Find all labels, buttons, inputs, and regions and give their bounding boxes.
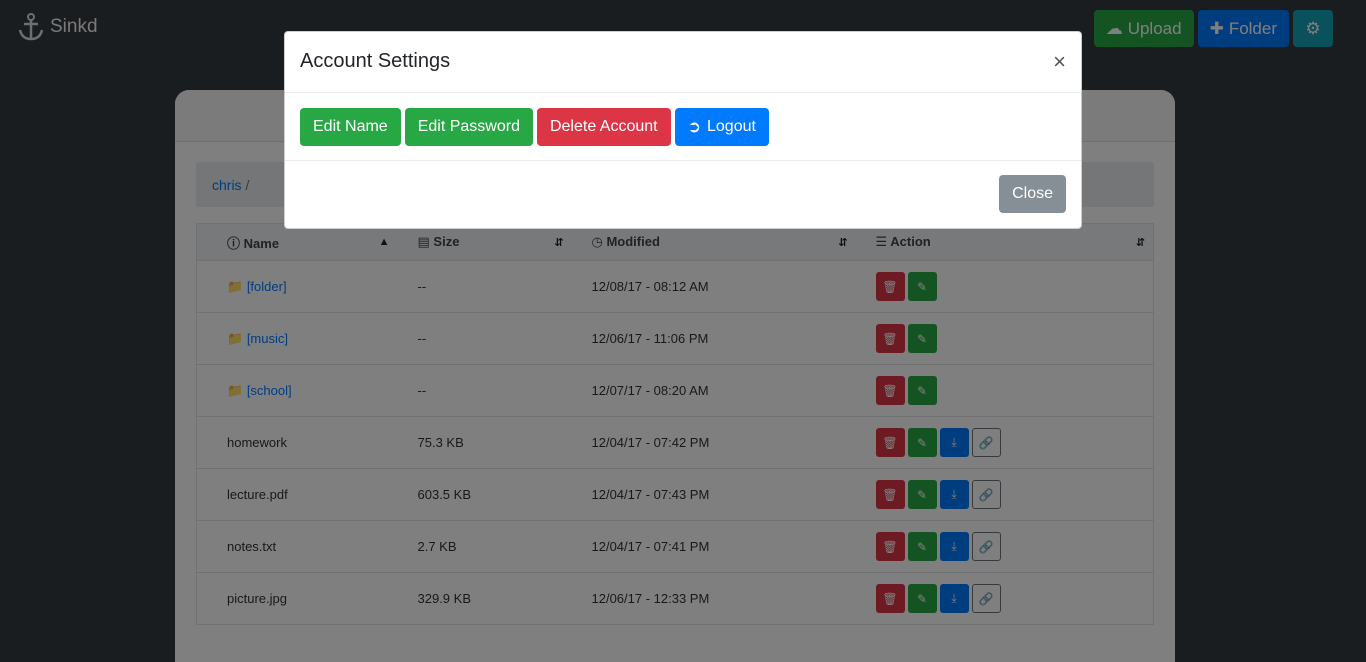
logout-button[interactable]: ➲ Logout [674, 108, 769, 146]
sign-out-icon: ➲ [687, 119, 701, 136]
modal-footer: Close [999, 175, 1066, 213]
modal-title: Account Settings [300, 50, 451, 72]
account-settings-modal: Account Settings × Edit Name Edit Passwo… [284, 31, 1082, 229]
delete-account-button[interactable]: Delete Account [536, 108, 671, 146]
edit-name-button[interactable]: Edit Name [300, 108, 401, 146]
close-icon[interactable]: × [1053, 51, 1066, 73]
logout-label: Logout [707, 118, 756, 135]
edit-password-button[interactable]: Edit Password [404, 108, 533, 146]
close-button[interactable]: Close [999, 175, 1066, 213]
modal-header: Account Settings × [285, 32, 1081, 93]
modal-body: Edit Name Edit Password Delete Account ➲… [285, 93, 1081, 161]
